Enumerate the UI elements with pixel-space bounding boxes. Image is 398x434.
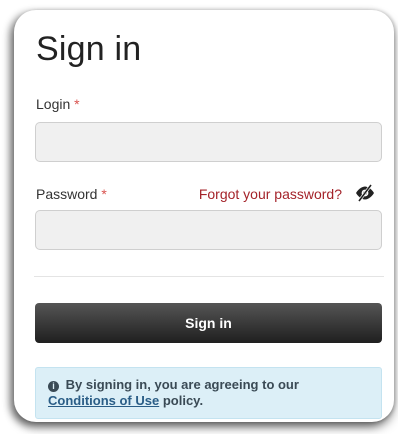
required-marker: * [101,186,107,202]
required-marker: * [74,96,80,112]
notice-text: By signing in, you are agreeing to our [65,377,299,392]
info-circle-icon: i [48,381,59,392]
notice-text-after: policy. [162,393,204,408]
login-label: Login * [36,96,80,112]
eye-slash-icon[interactable] [354,184,376,202]
page-title: Sign in [36,30,142,68]
terms-notice: i By signing in, you are agreeing to our… [35,367,382,419]
login-label-text: Login [36,96,71,112]
divider [34,276,384,277]
password-input[interactable] [35,210,382,250]
sign-in-button[interactable]: Sign in [35,303,382,343]
forgot-password-link[interactable]: Forgot your password? [199,186,342,202]
sign-in-card: Sign in Login * Password * Forgot your p… [14,10,394,422]
conditions-of-use-link[interactable]: Conditions of Use [48,393,159,408]
password-label-text: Password [36,186,98,202]
login-input[interactable] [35,122,382,162]
password-label: Password * [36,186,107,202]
